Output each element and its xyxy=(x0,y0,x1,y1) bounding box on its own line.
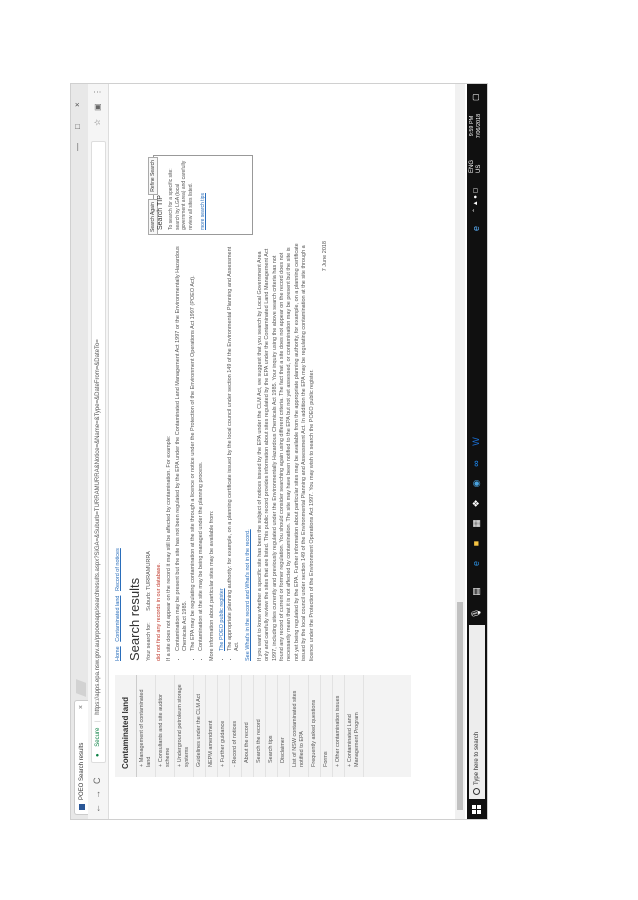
tab-title: POEO Search results xyxy=(79,742,85,800)
breadcrumb-record-of-notices[interactable]: Record of notices xyxy=(115,548,121,591)
sidebar-item[interactable]: + Other contamination issues xyxy=(333,675,345,777)
search-icon xyxy=(473,788,480,795)
taskbar-search-box[interactable]: Type here to search xyxy=(469,625,485,799)
clock-date: 7/06/2018 xyxy=(476,113,482,139)
sidebar-item[interactable]: Frequently asked questions xyxy=(309,675,321,777)
sidebar-item[interactable]: - Record of notices xyxy=(230,675,242,777)
page-title: Search results xyxy=(127,577,142,661)
sidebar-item[interactable]: + Underground petroleum storage systems xyxy=(175,675,194,777)
search-tip-panel: Search Again Refine Search Search TIP To… xyxy=(141,155,253,235)
menu-icon[interactable]: ⋮ xyxy=(93,88,102,96)
search-buttons: Search Again Refine Search xyxy=(141,155,158,235)
list-item: Contamination at the site may be being m… xyxy=(198,241,205,651)
browser-window: POEO Search results × — □ × ← → C ● Secu… xyxy=(70,83,488,820)
sidebar-title: Contaminated land xyxy=(115,675,137,777)
microphone-icon[interactable]: 🎙 xyxy=(471,608,482,619)
sidebar-subitem[interactable]: Search the record xyxy=(254,675,266,777)
list-item: The POEO public register xyxy=(219,241,226,651)
chrome-icon[interactable]: ◉ xyxy=(471,478,482,489)
task-view-icon[interactable]: ▤ xyxy=(471,586,482,597)
edge-tray-icon[interactable]: e xyxy=(471,223,482,234)
sidebar-item[interactable]: + Further guidance xyxy=(218,675,230,777)
no-records-message: did not find any records in our database… xyxy=(156,562,162,661)
edge-icon[interactable]: e xyxy=(471,558,482,569)
breadcrumb-contaminated-land[interactable]: Contaminated land xyxy=(115,596,121,642)
search-summary: Your search for: Suburb: TURRAMURRA xyxy=(146,241,152,661)
back-button[interactable]: ← xyxy=(92,804,102,813)
close-tab-icon[interactable]: × xyxy=(75,705,88,709)
tray-region: US xyxy=(476,164,482,173)
more-info-text: More information about particular sites … xyxy=(209,510,215,661)
poeo-register-link[interactable]: The POEO public register xyxy=(219,588,225,651)
clock-time: 9:59 PM xyxy=(469,115,475,137)
tip-box: Search TIP To search for a specific site… xyxy=(153,155,253,235)
explanation-paragraph: If you want to know whether a specific s… xyxy=(256,243,315,661)
sidebar-nav: Contaminated land + Management of contam… xyxy=(115,675,411,777)
tip-text: To search for a specific site: search by… xyxy=(168,160,194,230)
address-separator: | xyxy=(95,720,101,723)
windows-taskbar: Type here to search 🎙 ▤ e ■ ▦ ❖ ◉ ∞ W e … xyxy=(467,84,487,819)
address-bar[interactable]: ● Secure | https://apps.epa.nsw.gov.au/p… xyxy=(91,141,106,763)
sidebar-item[interactable]: List of NSW contaminated sites notified … xyxy=(290,675,309,777)
list-item: The EPA may be regulating contamination … xyxy=(190,241,197,651)
list-item: The appropriate planning authority: for … xyxy=(227,241,241,651)
sidebar-subitem[interactable]: Disclaimer xyxy=(278,675,290,777)
rotated-scan: POEO Search results × — □ × ← → C ● Secu… xyxy=(0,0,638,900)
store-icon[interactable]: ▦ xyxy=(471,518,482,529)
taskbar-search-placeholder: Type here to search xyxy=(474,731,480,785)
tray-lang: ENG xyxy=(469,159,475,173)
intro-text: If a site does not appear on the record … xyxy=(166,435,172,661)
sidebar-item[interactable]: + Contaminated Land Management Program xyxy=(345,675,364,777)
word-icon[interactable]: W xyxy=(471,436,482,447)
taskbar-clock[interactable]: 9:59 PM 7/06/2018 xyxy=(469,109,483,143)
sidebar-item[interactable]: Forms xyxy=(321,675,333,777)
refine-search-button[interactable]: Refine Search xyxy=(148,157,158,195)
new-tab-button[interactable] xyxy=(76,679,86,697)
sources-list: The POEO public register The appropriate… xyxy=(219,241,241,661)
secure-label: Secure xyxy=(95,727,101,747)
sidebar-subitem[interactable]: Search tips xyxy=(266,675,278,777)
page-date: 7 June 2018 xyxy=(322,241,329,272)
sidebar-item[interactable]: + Management of contaminated land xyxy=(137,675,156,777)
windows-start-icon[interactable] xyxy=(472,804,482,814)
reload-button[interactable]: C xyxy=(92,778,102,785)
horizontal-scrollbar[interactable] xyxy=(455,84,465,819)
dropbox-icon[interactable]: ❖ xyxy=(471,498,482,509)
sidebar-item[interactable]: + Consultants and site auditor scheme xyxy=(156,675,175,777)
search-for-label: Your search for: xyxy=(146,622,152,661)
language-indicator[interactable]: ENG US xyxy=(469,160,483,173)
tip-title: Search TIP xyxy=(157,195,164,230)
onedrive-icon[interactable]: ∞ xyxy=(471,458,482,469)
extension-icon[interactable]: ▣ xyxy=(93,103,102,111)
lock-icon: ● xyxy=(95,753,101,757)
list-item-text: Contamination at the site may be being m… xyxy=(198,461,204,651)
forward-button[interactable]: → xyxy=(92,790,102,799)
tray-icons[interactable]: ⌃ ▲ ● ▢ xyxy=(472,188,479,213)
list-item: Contamination may be present but the sit… xyxy=(175,241,189,651)
main-content: Home Contaminated land Record of notices… xyxy=(115,241,415,661)
sidebar-item[interactable]: NEPM amendment xyxy=(206,675,218,777)
sidebar-subitem[interactable]: About the record xyxy=(242,675,254,777)
file-explorer-icon[interactable]: ■ xyxy=(471,538,482,549)
page-viewport: Contaminated land + Management of contam… xyxy=(109,84,467,819)
url-text: https://apps.epa.nsw.gov.au/prpoeoapp/se… xyxy=(95,339,101,715)
notification-icon[interactable]: ▢ xyxy=(471,93,480,101)
maximize-button[interactable]: □ xyxy=(73,124,82,129)
browser-toolbar: ← → C ● Secure | https://apps.epa.nsw.go… xyxy=(88,84,109,819)
scrollbar-thumb[interactable] xyxy=(457,602,463,810)
star-icon[interactable]: ☆ xyxy=(93,119,102,126)
sidebar-item[interactable]: Guidelines under the CLM Act xyxy=(194,675,206,777)
reasons-list: Contamination may be present but the sit… xyxy=(175,241,205,661)
minimize-button[interactable]: — xyxy=(73,143,82,151)
more-tips-link[interactable]: more search tips xyxy=(200,160,206,230)
breadcrumb: Home Contaminated land Record of notices xyxy=(115,241,121,661)
favicon-icon xyxy=(79,804,85,810)
browser-tab[interactable]: POEO Search results × xyxy=(74,700,88,815)
see-record-link[interactable]: See What's in the record and What's not … xyxy=(245,241,252,661)
tab-strip: POEO Search results × — □ × xyxy=(71,84,88,819)
search-for-value: Suburb: TURRAMURRA xyxy=(146,551,152,611)
breadcrumb-home[interactable]: Home xyxy=(115,646,121,661)
close-window-button[interactable]: × xyxy=(73,102,82,107)
